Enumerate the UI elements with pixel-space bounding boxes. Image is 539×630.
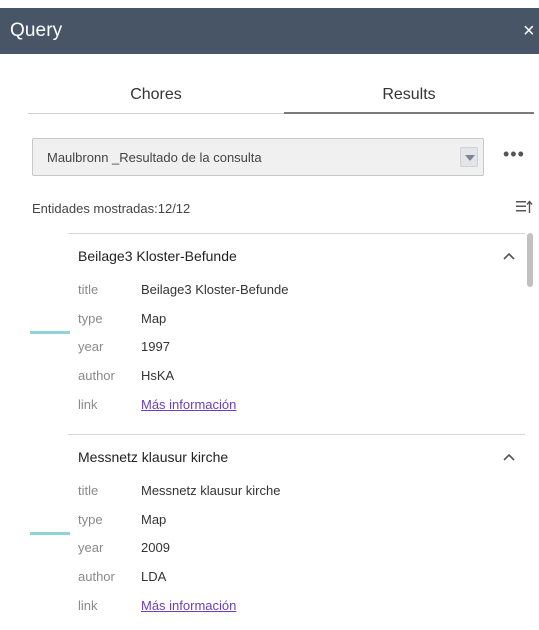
result-item[interactable]: Messnetz klausur kirche title Messnetz k…: [30, 434, 525, 630]
attribute-value: 2009: [141, 540, 170, 555]
chevron-up-icon: [503, 252, 515, 260]
attribute-value: Messnetz klausur kirche: [141, 483, 281, 498]
attribute-value: HsKA: [141, 368, 175, 383]
symbol-swatch: [30, 331, 70, 334]
attribute-value: Map: [141, 311, 167, 326]
attribute-key: author: [78, 368, 115, 383]
panel-title: Query: [10, 20, 63, 41]
attribute-key: title: [78, 282, 99, 297]
tab-results[interactable]: Results: [284, 77, 534, 113]
result-title[interactable]: Messnetz klausur kirche: [78, 449, 228, 465]
panel-header: Query ×: [0, 8, 539, 54]
chevron-down-icon: [465, 155, 475, 161]
tab-bar: Chores Results: [28, 77, 534, 115]
attribute-key: author: [78, 569, 115, 584]
attribute-value: 1997: [141, 339, 170, 354]
attribute-key: type: [78, 512, 103, 527]
more-info-link[interactable]: Más información: [141, 598, 236, 613]
more-options-button[interactable]: •••: [503, 145, 529, 166]
scrollbar-track[interactable]: [527, 233, 535, 630]
active-tab-indicator: [284, 112, 534, 114]
tab-chores[interactable]: Chores: [28, 77, 284, 113]
attribute-key: link: [78, 397, 98, 412]
result-title[interactable]: Beilage3 Kloster-Befunde: [78, 248, 237, 264]
dropdown-arrow-button[interactable]: [460, 147, 478, 167]
collapse-button[interactable]: [502, 248, 518, 262]
close-button[interactable]: ×: [523, 19, 539, 43]
chevron-up-icon: [503, 453, 515, 461]
feature-count: Entidades mostradas:12/12: [32, 201, 191, 216]
collapse-button[interactable]: [502, 449, 518, 463]
scrollbar-thumb[interactable]: [527, 233, 533, 287]
attribute-key: link: [78, 598, 98, 613]
attribute-key: type: [78, 311, 103, 326]
attribute-value: Beilage3 Kloster-Befunde: [141, 282, 289, 297]
attribute-key: title: [78, 483, 99, 498]
sort-button[interactable]: [515, 198, 533, 216]
attribute-value: Map: [141, 512, 167, 527]
layer-select-value: Maulbronn _Resultado de la consulta: [47, 150, 262, 165]
attribute-key: year: [78, 339, 104, 354]
result-item[interactable]: Beilage3 Kloster-Befunde title Beilage3 …: [30, 234, 525, 434]
query-panel: Query × Chores Results Maulbronn _Result…: [0, 0, 539, 630]
attribute-key: year: [78, 540, 104, 555]
attribute-value: LDA: [141, 569, 167, 584]
more-info-link[interactable]: Más información: [141, 397, 236, 412]
sort-icon: [516, 200, 533, 213]
layer-select[interactable]: Maulbronn _Resultado de la consulta: [32, 138, 484, 176]
tab-divider: [28, 113, 284, 114]
symbol-swatch: [30, 532, 70, 535]
